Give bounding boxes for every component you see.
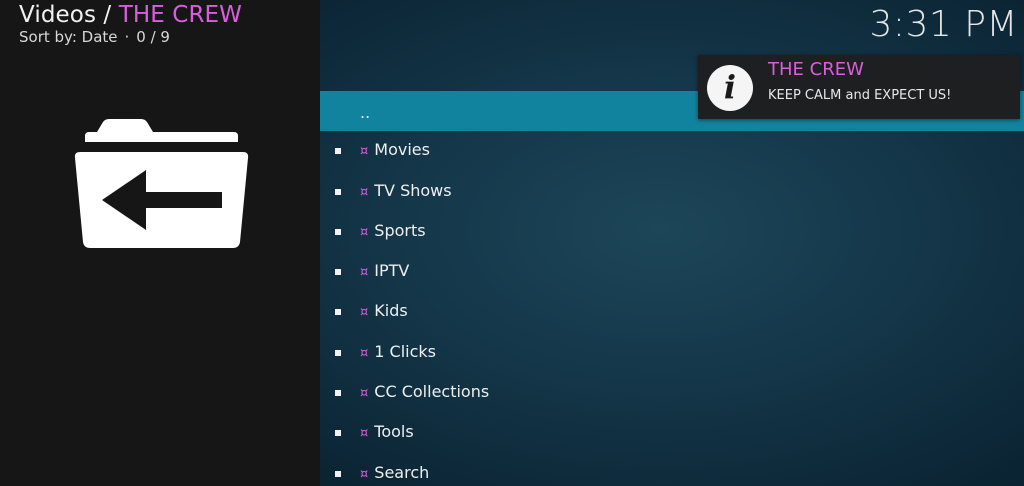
folder-mark-icon: ¤ bbox=[360, 265, 369, 281]
list-item[interactable]: ¤ Movies bbox=[320, 131, 1024, 171]
notification-message: KEEP CALM and EXPECT US! bbox=[768, 88, 952, 103]
notification-title: THE CREW bbox=[768, 59, 864, 80]
bullet-icon bbox=[335, 309, 341, 316]
page-title: Videos / THE CREW bbox=[19, 2, 242, 28]
list-item[interactable]: ¤ 1 Clicks bbox=[320, 333, 1024, 373]
clock: 3:31 PM bbox=[869, 4, 1018, 45]
list-item-text: Tools bbox=[374, 422, 414, 442]
folder-mark-icon: ¤ bbox=[360, 184, 369, 200]
list-item-label: ¤ Kids bbox=[360, 301, 408, 320]
list-item-text: 1 Clicks bbox=[374, 341, 437, 361]
folder-back-icon bbox=[74, 119, 249, 248]
kodi-screen: Videos / THE CREW Sort by: Date · 0 / 9 3:… bbox=[0, 0, 1024, 486]
list-item-text: CC Collections bbox=[374, 382, 490, 402]
bullet-icon bbox=[335, 188, 341, 195]
item-position: 0 / 9 bbox=[136, 28, 170, 46]
list-item[interactable]: ¤ CC Collections bbox=[320, 373, 1024, 413]
sort-label: Sort by: Date bbox=[19, 28, 118, 46]
bullet-icon bbox=[335, 269, 341, 276]
breadcrumb-addon: THE CREW bbox=[118, 2, 243, 28]
list-item[interactable]: ¤ TV Shows bbox=[320, 172, 1024, 212]
list-item-label: ¤ IPTV bbox=[360, 261, 409, 280]
folder-mark-icon: ¤ bbox=[360, 345, 369, 361]
list-item[interactable]: ¤ Tools bbox=[320, 413, 1024, 453]
list-item[interactable]: ¤ Kids bbox=[320, 292, 1024, 332]
list-item-label: ¤ Search bbox=[360, 463, 429, 482]
list-item[interactable]: ¤ Sports bbox=[320, 212, 1024, 252]
info-icon: i bbox=[707, 65, 753, 111]
list-item-label: ¤ TV Shows bbox=[360, 181, 452, 200]
item-list[interactable]: .. ¤ Movies ¤ TV Shows ¤ Sports ¤ IPTV ¤ Kids ¤ 1 C… bbox=[320, 91, 1024, 486]
folder-mark-icon: ¤ bbox=[360, 144, 369, 160]
list-item-label: ¤ Sports bbox=[360, 221, 426, 240]
list-item-label: ¤ Movies bbox=[360, 140, 430, 159]
bullet-icon bbox=[335, 470, 341, 477]
info-panel: Videos / THE CREW Sort by: Date · 0 / 9 bbox=[0, 0, 320, 486]
folder-mark-icon: ¤ bbox=[360, 466, 369, 482]
bullet-icon bbox=[335, 349, 341, 356]
folder-mark-icon: ¤ bbox=[360, 305, 369, 321]
breadcrumb-section: Videos / bbox=[19, 2, 119, 28]
bullet-icon bbox=[335, 430, 341, 437]
sort-info: Sort by: Date · 0 / 9 bbox=[19, 28, 170, 46]
list-item-label: .. bbox=[360, 103, 371, 122]
bullet-icon bbox=[335, 148, 341, 155]
bullet-icon bbox=[335, 390, 341, 397]
list-item-label: ¤ CC Collections bbox=[360, 382, 489, 401]
list-item[interactable]: ¤ Search bbox=[320, 454, 1024, 486]
list-item-label: ¤ 1 Clicks bbox=[360, 342, 436, 361]
list-item-text: IPTV bbox=[374, 261, 410, 281]
list-item-text: TV Shows bbox=[374, 180, 452, 200]
bullet-icon bbox=[335, 228, 341, 235]
list-item-text: Movies bbox=[374, 140, 430, 160]
folder-mark-icon: ¤ bbox=[360, 386, 369, 402]
sort-separator: · bbox=[124, 28, 130, 46]
list-item-text: Search bbox=[374, 462, 430, 482]
list-item-label: ¤ Tools bbox=[360, 422, 414, 441]
folder-mark-icon: ¤ bbox=[360, 426, 369, 442]
folder-mark-icon: ¤ bbox=[360, 224, 369, 240]
list-item[interactable]: ¤ IPTV bbox=[320, 252, 1024, 292]
list-item-text: Kids bbox=[374, 301, 408, 321]
notification-toast: i THE CREW KEEP CALM and EXPECT US! bbox=[698, 55, 1020, 119]
list-item-text: Sports bbox=[374, 220, 426, 240]
